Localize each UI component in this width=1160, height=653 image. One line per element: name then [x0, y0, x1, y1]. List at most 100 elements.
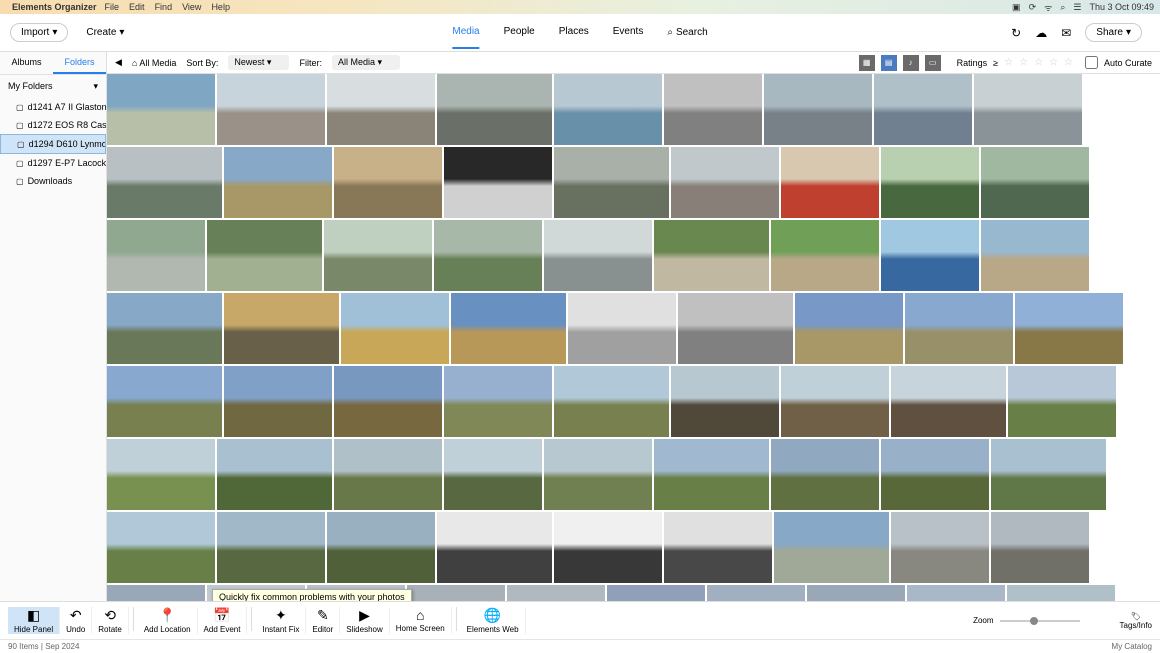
mail-icon[interactable]: ✉: [1061, 26, 1071, 40]
tab-folders[interactable]: Folders: [53, 52, 106, 74]
status-sync-icon[interactable]: ⟳: [1029, 2, 1037, 13]
thumbnail[interactable]: [217, 512, 325, 583]
thumbnail[interactable]: [107, 74, 215, 145]
thumbnail[interactable]: [807, 585, 905, 601]
menubar-clock[interactable]: Thu 3 Oct 09:49: [1089, 2, 1154, 12]
status-search-icon[interactable]: ⌕: [1060, 2, 1065, 13]
thumbnail[interactable]: [974, 74, 1082, 145]
tool-add-location[interactable]: 📍Add Location: [138, 607, 198, 634]
menu-find[interactable]: Find: [155, 2, 173, 12]
nav-people[interactable]: People: [504, 16, 535, 49]
thumbnail[interactable]: [327, 74, 435, 145]
status-wifi-icon[interactable]: ᯤ: [1044, 1, 1052, 14]
thumbnail[interactable]: [224, 366, 332, 437]
sidebar-folder[interactable]: ▢d1294 D610 Lynmouth Porlock...: [0, 134, 106, 154]
thumbnail[interactable]: [444, 439, 542, 510]
sort-select[interactable]: Newest ▾: [228, 55, 289, 70]
thumbnail[interactable]: [107, 585, 205, 601]
star-4[interactable]: ☆: [1049, 57, 1058, 68]
thumbnail[interactable]: [554, 512, 662, 583]
view-folder-icon[interactable]: ▭: [925, 55, 941, 71]
create-button[interactable]: Create▾: [76, 24, 134, 41]
thumbnail[interactable]: [554, 147, 669, 218]
thumbnail[interactable]: [891, 366, 1006, 437]
tool-slideshow[interactable]: ▶Slideshow: [340, 607, 389, 634]
thumbnail[interactable]: [107, 147, 222, 218]
thumbnail[interactable]: [1008, 366, 1116, 437]
auto-curate-checkbox[interactable]: [1085, 56, 1098, 69]
thumbnail[interactable]: [507, 585, 605, 601]
thumbnail[interactable]: [107, 293, 222, 364]
menu-edit[interactable]: Edit: [129, 2, 145, 12]
thumbnail[interactable]: [334, 439, 442, 510]
thumbnail[interactable]: [107, 512, 215, 583]
thumbnail[interactable]: [607, 585, 705, 601]
thumbnail[interactable]: [991, 439, 1106, 510]
thumbnail[interactable]: [881, 220, 979, 291]
thumbnail[interactable]: [451, 293, 566, 364]
view-details-icon[interactable]: ▤: [881, 55, 897, 71]
thumbnail[interactable]: [568, 293, 676, 364]
thumbnail[interactable]: [224, 293, 339, 364]
view-audio-icon[interactable]: ♪: [903, 55, 919, 71]
menu-view[interactable]: View: [182, 2, 201, 12]
view-grid-icon[interactable]: ▦: [859, 55, 875, 71]
tool-instant-fix[interactable]: ✦Instant Fix: [256, 607, 306, 634]
sidebar-folder[interactable]: ▢d1241 A7 II Glastonbury: [0, 98, 106, 116]
tab-albums[interactable]: Albums: [0, 52, 53, 74]
menu-help[interactable]: Help: [211, 2, 230, 12]
thumbnail[interactable]: [907, 585, 1005, 601]
thumbnail[interactable]: [444, 147, 552, 218]
thumbnail[interactable]: [217, 439, 332, 510]
thumbnail[interactable]: [444, 366, 552, 437]
tags-info-button[interactable]: 🏷 Tags/Info: [1120, 612, 1152, 630]
thumbnail[interactable]: [437, 512, 552, 583]
status-control-icon[interactable]: ☰: [1073, 2, 1081, 13]
thumbnail[interactable]: [224, 147, 332, 218]
thumbnail[interactable]: [1015, 293, 1123, 364]
tool-elements-web[interactable]: 🌐Elements Web: [461, 607, 526, 634]
star-3[interactable]: ☆: [1034, 57, 1043, 68]
thumbnail[interactable]: [981, 147, 1089, 218]
thumbnail[interactable]: [881, 147, 979, 218]
back-icon[interactable]: ◀: [115, 57, 122, 68]
thumbnail[interactable]: [334, 147, 442, 218]
thumbnail[interactable]: [795, 293, 903, 364]
thumbnail[interactable]: [991, 512, 1089, 583]
status-screen-icon[interactable]: ▣: [1012, 2, 1021, 13]
nav-events[interactable]: Events: [613, 16, 644, 49]
thumbnail[interactable]: [781, 147, 879, 218]
thumbnail[interactable]: [107, 366, 222, 437]
thumbnail[interactable]: [771, 220, 879, 291]
tool-add-event[interactable]: 📅Add Event: [198, 607, 248, 634]
thumbnail[interactable]: [554, 74, 662, 145]
thumbnail[interactable]: [107, 220, 205, 291]
tool-editor[interactable]: ✎Editor: [306, 607, 340, 634]
star-1[interactable]: ☆: [1004, 57, 1013, 68]
share-button[interactable]: Share▾: [1085, 23, 1142, 42]
thumbnail[interactable]: [874, 74, 972, 145]
thumbnail[interactable]: [334, 366, 442, 437]
thumbnail[interactable]: [771, 439, 879, 510]
sidebar-folder[interactable]: ▢d1297 E-P7 Lacock: [0, 154, 106, 172]
thumbnail[interactable]: [327, 512, 435, 583]
thumbnail[interactable]: [434, 220, 542, 291]
thumbnail[interactable]: [905, 293, 1013, 364]
thumbnail[interactable]: [407, 585, 505, 601]
thumbnail[interactable]: [664, 512, 772, 583]
thumbnail[interactable]: [881, 439, 989, 510]
sidebar-folder[interactable]: ▢Downloads: [0, 172, 106, 190]
thumbnail[interactable]: [891, 512, 989, 583]
search-button[interactable]: ⌕Search: [667, 16, 707, 49]
thumbnail[interactable]: [781, 366, 889, 437]
tool-home-screen[interactable]: ⌂Home Screen: [390, 607, 452, 634]
cloud-icon[interactable]: ☁: [1035, 26, 1047, 40]
thumbnail[interactable]: [544, 220, 652, 291]
import-button[interactable]: Import▾: [10, 23, 68, 42]
thumbnail[interactable]: [654, 439, 769, 510]
thumbnail[interactable]: [341, 293, 449, 364]
thumbnail[interactable]: [1007, 585, 1115, 601]
thumbnail[interactable]: [764, 74, 872, 145]
thumbnail[interactable]: [671, 366, 779, 437]
tool-hide-panel[interactable]: ◧Hide Panel: [8, 607, 60, 634]
